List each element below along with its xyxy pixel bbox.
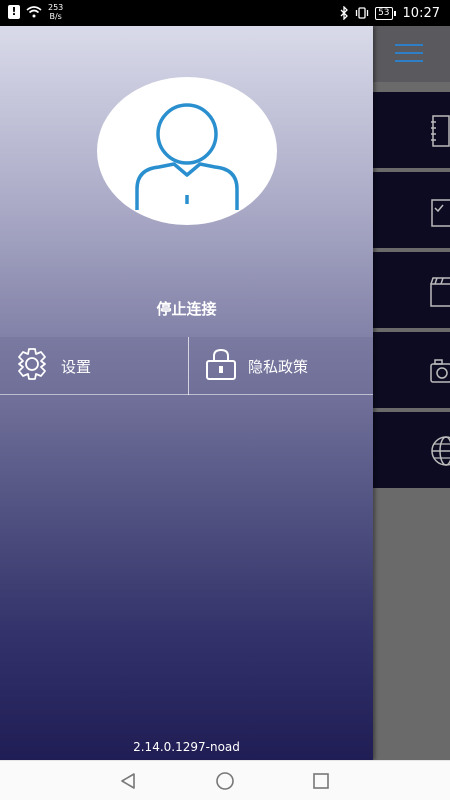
avatar[interactable] — [97, 77, 277, 225]
vibrate-icon — [355, 7, 369, 19]
network-speed-value: 253 — [48, 3, 64, 12]
notebook-icon — [431, 115, 450, 147]
network-speed: 253 B/s — [48, 3, 63, 21]
gear-icon — [13, 347, 51, 385]
app-tile-globe[interactable] — [373, 412, 450, 488]
network-speed-unit: B/s — [49, 12, 62, 21]
disconnect-button[interactable]: 停止连接 — [0, 298, 373, 319]
clapperboard-icon — [430, 277, 450, 307]
settings-button[interactable]: 设置 — [13, 337, 91, 395]
wifi-icon — [26, 6, 42, 18]
app-tile-checklist[interactable] — [373, 172, 450, 248]
navigation-drawer: 停止连接 设置 隐私政策 2.14.0.1297-noad — [0, 26, 373, 760]
app-tile-notebook[interactable] — [373, 92, 450, 168]
battery-indicator: 53 — [375, 6, 397, 20]
recents-icon[interactable] — [311, 771, 331, 791]
status-right: 53 10:27 — [340, 0, 440, 26]
camera-icon — [430, 359, 450, 383]
app-topbar — [373, 26, 450, 82]
alert-icon: ! — [8, 5, 20, 19]
bluetooth-icon — [340, 6, 348, 20]
privacy-label: 隐私政策 — [248, 357, 309, 376]
home-icon[interactable] — [215, 771, 235, 791]
app-tile-camera[interactable] — [373, 332, 450, 408]
status-bar: ! 253 B/s 53 10:27 — [0, 0, 450, 26]
status-left: ! 253 B/s — [8, 3, 63, 21]
version-label: 2.14.0.1297-noad — [133, 740, 240, 754]
lock-icon — [204, 347, 238, 385]
globe-icon — [431, 436, 450, 466]
app-tile-clapperboard[interactable] — [373, 252, 450, 328]
drawer-menu-row: 设置 隐私政策 — [0, 337, 373, 395]
settings-label: 设置 — [61, 357, 92, 376]
clock: 10:27 — [402, 5, 440, 21]
menu-icon[interactable] — [395, 44, 423, 64]
background-app — [373, 26, 450, 760]
user-icon — [135, 103, 239, 210]
checklist-icon — [431, 199, 450, 227]
privacy-policy-button[interactable]: 隐私政策 — [204, 337, 308, 395]
menu-divider — [188, 337, 189, 395]
back-icon[interactable] — [118, 771, 138, 791]
system-navigation-bar — [0, 760, 450, 800]
